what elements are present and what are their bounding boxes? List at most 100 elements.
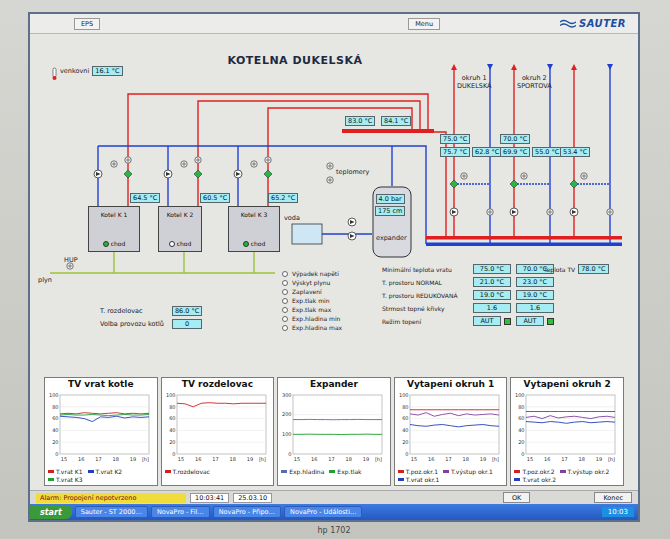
alarm-row: Exp.tlak max bbox=[282, 306, 342, 314]
actuator-icon[interactable] bbox=[251, 161, 257, 167]
date-field: 25.03.10 bbox=[233, 493, 272, 503]
actuator-icon[interactable] bbox=[487, 209, 493, 215]
svg-text:40: 40 bbox=[402, 427, 408, 433]
alarm-field: Alarm: Propojení nepotvrzeno bbox=[36, 493, 186, 503]
mixing-valve-icon[interactable] bbox=[570, 180, 578, 188]
svg-text:60: 60 bbox=[519, 415, 525, 421]
chart-plot: 1008060402001516171819[h] bbox=[511, 390, 621, 468]
pump-icon[interactable] bbox=[164, 170, 172, 178]
exit-button[interactable]: Konec bbox=[594, 492, 632, 503]
taskbar-item[interactable]: NovaPro - Fil… bbox=[151, 506, 210, 518]
actuator-icon[interactable] bbox=[327, 177, 333, 183]
mixing-valve-icon[interactable] bbox=[124, 170, 132, 178]
setpoint-value[interactable]: 1.6 bbox=[516, 303, 554, 313]
chart-legend: T.vrat K1T.vrat K2T.vrat K3 bbox=[45, 468, 157, 483]
header-value: 84.1 °C bbox=[381, 116, 411, 126]
setpoint-value[interactable]: 21.0 °C bbox=[473, 277, 511, 287]
svg-text:0: 0 bbox=[172, 451, 175, 457]
setpoint-value[interactable]: 19.0 °C bbox=[516, 290, 554, 300]
mixing-valve-icon[interactable] bbox=[194, 170, 202, 178]
chart-plot: 1008060402001516171819[h] bbox=[45, 390, 155, 468]
legend-swatch bbox=[48, 470, 54, 473]
mode-cell[interactable]: AUT bbox=[473, 316, 511, 326]
chart-series bbox=[60, 416, 149, 421]
svg-text:20: 20 bbox=[169, 439, 175, 445]
pump-icon[interactable] bbox=[348, 218, 356, 226]
legend-swatch bbox=[514, 470, 520, 473]
actuator-icon[interactable] bbox=[461, 173, 467, 179]
start-button[interactable]: start bbox=[30, 505, 72, 519]
svg-text:15: 15 bbox=[177, 456, 183, 462]
actuator-icon[interactable] bbox=[181, 161, 187, 167]
setpoint-label: T. prostoru NORMAL bbox=[382, 279, 468, 286]
boiler[interactable]: Kotel K 3chod bbox=[228, 206, 280, 252]
setpoint-value[interactable]: 23.0 °C bbox=[516, 277, 554, 287]
taskbar-item[interactable]: NovaPro - Připo… bbox=[213, 506, 281, 518]
alarm-row: Exp.hladina max bbox=[282, 324, 342, 332]
setpoint-value[interactable]: 75.0 °C bbox=[473, 264, 511, 274]
trend-chart: TV rozdelovac1008060402001516171819[h]T.… bbox=[161, 377, 275, 486]
boiler[interactable]: Kotel K 1chod bbox=[88, 206, 140, 252]
svg-text:60: 60 bbox=[169, 415, 175, 421]
setpoint-label: Minimální teplota vratu bbox=[382, 266, 468, 273]
chart-series bbox=[60, 414, 149, 415]
legend-swatch bbox=[443, 470, 449, 473]
legend-item: Exp.hladina bbox=[281, 468, 324, 475]
actuator-icon[interactable] bbox=[607, 209, 613, 215]
pump-icon[interactable] bbox=[450, 208, 458, 216]
actuator-icon[interactable] bbox=[195, 157, 201, 163]
circuit-value: 75.7 °C bbox=[440, 147, 470, 157]
actuator-icon[interactable] bbox=[111, 161, 117, 167]
svg-text:[h]: [h] bbox=[259, 456, 266, 462]
legend-item: Exp.tlak bbox=[329, 468, 361, 475]
legend-item: T.poz.okr.1 bbox=[398, 468, 438, 475]
mixing-valve-icon[interactable] bbox=[450, 180, 458, 188]
actuator-icon[interactable] bbox=[327, 163, 333, 169]
menu-button[interactable]: Menu bbox=[408, 18, 440, 30]
chart-series bbox=[60, 413, 149, 414]
pump-icon[interactable] bbox=[234, 170, 242, 178]
actuator-icon[interactable] bbox=[265, 157, 271, 163]
alarm-indicator bbox=[282, 316, 288, 322]
svg-text:19: 19 bbox=[246, 456, 252, 462]
svg-text:19: 19 bbox=[596, 456, 602, 462]
monitor-model: hp 1702 bbox=[317, 522, 350, 539]
chart-series bbox=[410, 413, 499, 417]
mixing-valve-icon[interactable] bbox=[264, 170, 272, 178]
diagram-title: KOTELNA DUKELSKÁ bbox=[200, 54, 390, 67]
mode-cell[interactable]: AUT bbox=[516, 316, 554, 326]
pump-icon[interactable] bbox=[94, 170, 102, 178]
legend-swatch bbox=[165, 470, 171, 473]
pump-icon[interactable] bbox=[348, 232, 356, 240]
actuator-icon[interactable] bbox=[547, 209, 553, 215]
svg-text:100: 100 bbox=[399, 392, 409, 398]
legend-swatch bbox=[398, 470, 404, 473]
svg-text:[h]: [h] bbox=[375, 456, 382, 462]
svg-text:[h]: [h] bbox=[608, 456, 615, 462]
pump-icon[interactable] bbox=[510, 208, 518, 216]
svg-text:17: 17 bbox=[445, 456, 451, 462]
water-label: voda bbox=[284, 214, 300, 222]
svg-text:15: 15 bbox=[61, 456, 67, 462]
eps-button[interactable]: EPS bbox=[74, 18, 100, 30]
pump-icon[interactable] bbox=[570, 208, 578, 216]
actuator-icon[interactable] bbox=[521, 173, 527, 179]
thermometer-icon bbox=[53, 68, 57, 80]
taskbar-item[interactable]: Sauter - ST 2000… bbox=[75, 506, 148, 518]
legend-swatch bbox=[398, 478, 404, 481]
taskbar-item[interactable]: NovaPro - Události… bbox=[284, 506, 362, 518]
svg-text:100: 100 bbox=[515, 392, 525, 398]
status-dot bbox=[169, 241, 175, 247]
legend-swatch bbox=[281, 470, 287, 473]
param-value[interactable]: 0 bbox=[172, 319, 202, 329]
actuator-icon[interactable] bbox=[581, 173, 587, 179]
setpoint-value[interactable]: 19.0 °C bbox=[473, 290, 511, 300]
ok-button[interactable]: OK bbox=[503, 492, 530, 503]
alarm-row: Exp.tlak min bbox=[282, 297, 342, 305]
param-value[interactable]: 86.0 °C bbox=[172, 306, 202, 316]
boiler[interactable]: Kotel K 2chod bbox=[158, 206, 202, 252]
mixing-valve-icon[interactable] bbox=[510, 180, 518, 188]
setpoint-value[interactable]: 1.6 bbox=[473, 303, 511, 313]
actuator-icon[interactable] bbox=[125, 157, 131, 163]
svg-text:80: 80 bbox=[402, 404, 408, 410]
